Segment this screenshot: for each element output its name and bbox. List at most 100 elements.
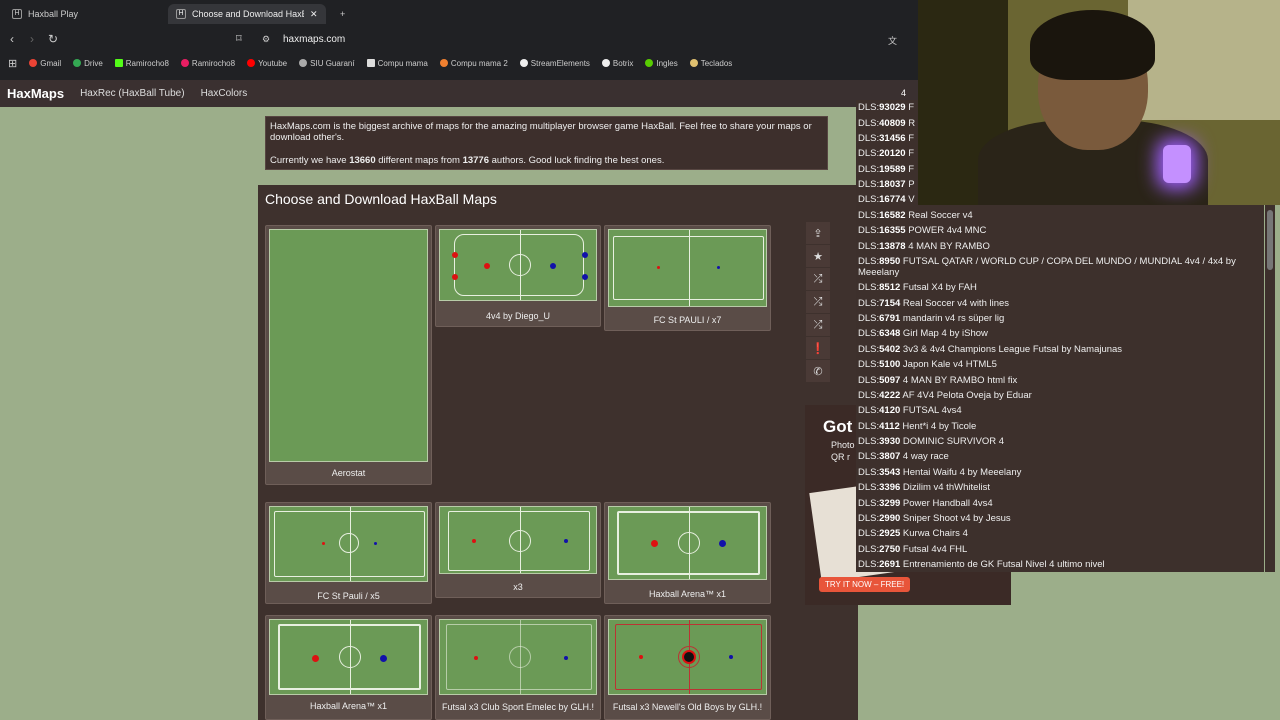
red-player-icon bbox=[651, 540, 658, 547]
red-player-icon bbox=[657, 266, 660, 269]
map-thumbnail[interactable] bbox=[439, 506, 597, 574]
translate-icon[interactable]: 文 bbox=[888, 34, 897, 47]
search-result-item[interactable]: DLS:5402 3v3 & 4v4 Champions League Futs… bbox=[856, 342, 1264, 357]
search-result-item[interactable]: DLS:3807 4 way race bbox=[856, 449, 1264, 464]
blue-player-icon bbox=[729, 655, 733, 659]
shuffle-icon[interactable]: ⤮ bbox=[806, 314, 830, 336]
haxball-favicon-icon: H bbox=[12, 9, 22, 19]
ad-cta-button[interactable]: TRY IT NOW – FREE! bbox=[819, 577, 911, 592]
map-card[interactable]: Futsal x3 Newell's Old Boys by GLH.! bbox=[604, 615, 771, 720]
comment-icon[interactable]: ❗ bbox=[806, 337, 830, 359]
bookmark-item[interactable]: Compu mama bbox=[366, 59, 428, 68]
map-thumbnail[interactable] bbox=[269, 229, 428, 462]
search-result-item[interactable]: DLS:2925 Kurwa Chairs 4 bbox=[856, 526, 1264, 541]
search-result-item[interactable]: DLS:4112 Hent*i 4 by Ticole bbox=[856, 419, 1264, 434]
nav-haxrec[interactable]: HaxRec (HaxBall Tube) bbox=[80, 88, 184, 99]
bookmark-icon[interactable]: ⌑ bbox=[236, 32, 242, 45]
map-thumbnail[interactable] bbox=[269, 619, 428, 695]
apps-grid-icon[interactable]: ⊞ bbox=[8, 57, 17, 70]
map-thumbnail[interactable] bbox=[608, 619, 767, 695]
search-result-item[interactable]: DLS:2750 Futsal 4v4 FHL bbox=[856, 542, 1264, 557]
map-card[interactable]: Aerostat bbox=[265, 225, 432, 485]
bookmark-item[interactable]: Youtube bbox=[247, 59, 287, 68]
dropdown-scrollbar[interactable] bbox=[1265, 205, 1275, 572]
map-name[interactable]: Haxball Arena™ x1 bbox=[605, 589, 770, 599]
phone-icon[interactable]: ✆ bbox=[806, 360, 830, 382]
blue-player-icon bbox=[719, 540, 726, 547]
map-name[interactable]: Haxball Arena™ x1 bbox=[266, 701, 431, 711]
bookmark-item[interactable]: Ramirocho8 bbox=[114, 59, 169, 68]
search-result-item[interactable]: DLS:13878 4 MAN BY RAMBO bbox=[856, 238, 1264, 253]
tab-haxball-play[interactable]: H Haxball Play bbox=[4, 4, 164, 24]
close-tab-icon[interactable]: ✕ bbox=[310, 9, 318, 20]
new-tab-button[interactable]: + bbox=[332, 4, 353, 24]
tab-haxmaps[interactable]: H Choose and Download HaxBall M ✕ bbox=[168, 4, 326, 24]
search-result-item[interactable]: DLS:2691 Entrenamiento de GK Futsal Nive… bbox=[856, 557, 1264, 572]
bookmark-item[interactable]: SIU Guaraní bbox=[299, 59, 355, 68]
search-result-item[interactable]: DLS:16582 Real Soccer v4 bbox=[856, 208, 1264, 223]
bookmark-item[interactable]: Compu mama 2 bbox=[439, 59, 508, 68]
drive-icon bbox=[73, 59, 82, 67]
search-result-item[interactable]: DLS:5100 Japon Kale v4 HTML5 bbox=[856, 357, 1264, 372]
bookmark-item[interactable]: Teclados bbox=[689, 59, 732, 68]
forward-icon[interactable]: › bbox=[30, 32, 34, 46]
emelec-logo-icon bbox=[509, 646, 531, 668]
bookmark-item[interactable]: Botrix bbox=[601, 59, 633, 68]
map-name[interactable]: x3 bbox=[436, 582, 600, 592]
map-name[interactable]: FC St PAULI / x7 bbox=[605, 315, 770, 325]
search-result-item[interactable]: DLS:3543 Hentai Waifu 4 by Meeelany bbox=[856, 465, 1264, 480]
bookmark-item[interactable]: Drive bbox=[73, 59, 103, 68]
bookmark-item[interactable]: Ingles bbox=[645, 59, 678, 68]
search-result-item[interactable]: DLS:4222 AF 4V4 Pelota Oveja by Eduar bbox=[856, 388, 1264, 403]
map-card[interactable]: Haxball Arena™ x1 bbox=[265, 615, 432, 720]
map-name[interactable]: 4v4 by Diego_U bbox=[436, 311, 600, 321]
map-card[interactable]: x3 bbox=[435, 502, 601, 598]
blue-player-icon bbox=[564, 656, 568, 660]
search-result-item[interactable]: DLS:3396 Dizilim v4 thWhitelist bbox=[856, 480, 1264, 495]
search-result-item[interactable]: DLS:2990 Sniper Shoot v4 by Jesus bbox=[856, 511, 1264, 526]
shuffle-icon[interactable]: ⤮ bbox=[806, 268, 830, 290]
map-name[interactable]: Futsal x3 Club Sport Emelec by GLH.! bbox=[436, 702, 600, 712]
search-result-item[interactable]: DLS:8512 Futsal X4 by FAH bbox=[856, 280, 1264, 295]
site-logo[interactable]: HaxMaps bbox=[7, 86, 64, 101]
reload-icon[interactable]: ↻ bbox=[48, 32, 58, 46]
map-card[interactable]: FC St PAULI / x7 bbox=[604, 225, 771, 331]
search-result-item[interactable]: DLS:3299 Power Handball 4vs4 bbox=[856, 495, 1264, 510]
map-thumbnail[interactable] bbox=[608, 229, 767, 307]
search-result-item[interactable]: DLS:3930 DOMINIC SURVIVOR 4 bbox=[856, 434, 1264, 449]
map-thumbnail[interactable] bbox=[608, 506, 767, 580]
map-name[interactable]: Aerostat bbox=[266, 468, 431, 478]
bookmark-item[interactable]: Ramirocho8 bbox=[180, 59, 235, 68]
map-thumbnail[interactable] bbox=[439, 619, 597, 695]
search-result-item[interactable]: DLS:4120 FUTSAL 4vs4 bbox=[856, 403, 1264, 418]
bookmark-item[interactable]: Gmail bbox=[29, 59, 61, 68]
map-card[interactable]: Futsal x3 Club Sport Emelec by GLH.! bbox=[435, 615, 601, 720]
site-info-icon[interactable]: ⚙ bbox=[262, 34, 270, 45]
map-card[interactable]: FC St Pauli / x5 bbox=[265, 502, 432, 604]
scrollbar-thumb[interactable] bbox=[1267, 210, 1273, 270]
map-card[interactable]: 4v4 by Diego_U bbox=[435, 225, 601, 327]
search-input[interactable]: 4 bbox=[901, 88, 906, 98]
upload-icon[interactable]: ⇪ bbox=[806, 222, 830, 244]
map-thumbnail[interactable] bbox=[439, 229, 597, 301]
browser-chrome: H Haxball Play H Choose and Download Hax… bbox=[0, 0, 918, 80]
shuffle-icon[interactable]: ⤮ bbox=[806, 291, 830, 313]
red-player-icon bbox=[322, 542, 325, 545]
search-result-item[interactable]: DLS:6348 Girl Map 4 by iShow bbox=[856, 326, 1264, 341]
search-result-item[interactable]: DLS:7154 Real Soccer v4 with lines bbox=[856, 296, 1264, 311]
star-icon[interactable]: ★ bbox=[806, 245, 830, 267]
map-name[interactable]: Futsal x3 Newell's Old Boys by GLH.! bbox=[605, 702, 770, 712]
url-bar[interactable]: haxmaps.com bbox=[283, 30, 345, 50]
nav-haxcolors[interactable]: HaxColors bbox=[201, 88, 248, 99]
search-result-item[interactable]: DLS:6791 mandarin v4 rs süper lig bbox=[856, 311, 1264, 326]
map-card[interactable]: Haxball Arena™ x1 bbox=[604, 502, 771, 604]
bookmark-item[interactable]: StreamElements bbox=[519, 59, 590, 68]
webcam-overlay bbox=[918, 0, 1280, 205]
center-circle bbox=[509, 254, 531, 276]
back-icon[interactable]: ‹ bbox=[10, 32, 14, 46]
search-result-item[interactable]: DLS:5097 4 MAN BY RAMBO html fix bbox=[856, 372, 1264, 387]
map-name[interactable]: FC St Pauli / x5 bbox=[266, 591, 431, 601]
map-thumbnail[interactable] bbox=[269, 506, 428, 582]
search-result-item[interactable]: DLS:8950 FUTSAL QATAR / WORLD CUP / COPA… bbox=[856, 254, 1264, 280]
search-result-item[interactable]: DLS:16355 POWER 4v4 MNC bbox=[856, 223, 1264, 238]
